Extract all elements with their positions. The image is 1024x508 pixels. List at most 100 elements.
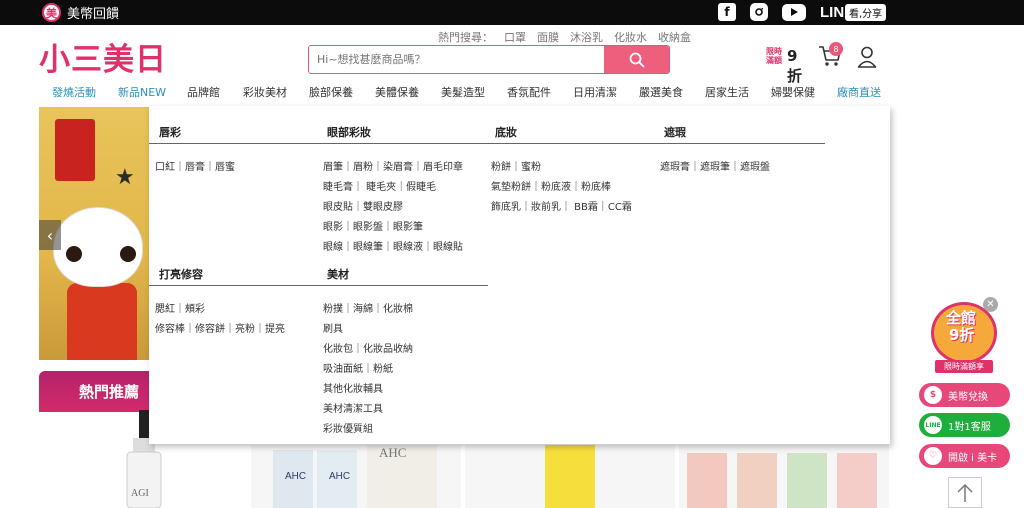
coin-reward-label: 美幣回饋 — [67, 7, 120, 22]
hot-search: 熱門搜尋： 口罩 面膜 沐浴乳 化妝水 收納盒 — [438, 29, 691, 45]
hot-term[interactable]: 收納盒 — [658, 29, 691, 45]
menu-item[interactable]: 眼影｜眼影盤｜眼影筆 — [323, 218, 423, 233]
search-button[interactable] — [604, 46, 669, 73]
menu-item[interactable]: 吸油面紙｜粉紙 — [323, 360, 393, 375]
nav-item-baby[interactable]: 婦嬰保健 — [771, 84, 815, 100]
menu-item[interactable]: 遮瑕膏｜遮瑕筆｜遮瑕盤 — [660, 158, 770, 173]
discount-line1: 全館 — [946, 309, 977, 327]
open-card-button[interactable]: ♡ 開啟 i 美卡 — [919, 444, 1010, 468]
mascot-image — [53, 207, 143, 287]
menu-item[interactable]: 修容棒｜修容餅｜亮粉｜提亮 — [155, 320, 285, 335]
social-links: f LINE — [718, 3, 854, 21]
time-limit-promo[interactable]: 限時 滿額 9折 — [766, 45, 812, 85]
promo-bottom-label: 滿額 — [766, 56, 782, 65]
site-logo[interactable]: 小三美日 — [39, 34, 167, 79]
banner-logo-image — [55, 119, 95, 181]
line-support-button[interactable]: LINE 1對1客服 — [919, 413, 1010, 437]
menu-item[interactable]: 化妝包｜化妝品收納 — [323, 340, 413, 355]
site-wide-discount-badge[interactable]: 全館 9折 限時滿額享 — [931, 302, 997, 373]
banner-prev-arrow-icon[interactable]: ‹ — [39, 220, 61, 250]
coin-exchange-label: 美幣兌換 — [948, 391, 988, 403]
menu-item[interactable]: 飾底乳｜妝前乳｜ BB霜｜CC霜 — [491, 198, 632, 213]
product-image: AHC AHC AHC — [273, 445, 437, 508]
nav-item-fragrance[interactable]: 香氛配件 — [507, 84, 551, 100]
discount-line2: 9折 — [949, 326, 975, 344]
main-nav: 發燒活動 新品NEW 品牌館 彩妝美材 臉部保養 美體保養 美髮造型 香氛配件 … — [0, 84, 1024, 102]
menu-item[interactable]: 彩妝優質組 — [323, 420, 373, 435]
menu-heading-tools[interactable]: 美材 — [327, 266, 349, 282]
coin-badge-icon: 美 — [42, 3, 61, 22]
menu-item[interactable]: 眉筆｜眉粉｜染眉膏｜眉毛印章 — [323, 158, 463, 173]
product-image — [545, 445, 595, 508]
hot-term[interactable]: 口罩 — [504, 29, 526, 45]
product-card-ahc[interactable]: AHC AHC AHC — [251, 445, 461, 508]
line-icon: LINE — [924, 416, 942, 434]
nav-item-body-care[interactable]: 美體保養 — [375, 84, 419, 100]
search-icon — [629, 52, 644, 67]
nav-item-makeup[interactable]: 彩妝美材 — [243, 84, 287, 100]
promo-discount: 9折 — [787, 47, 803, 85]
menu-item[interactable]: 眼線｜眼線筆｜眼線液｜眼線貼 — [323, 238, 463, 253]
cart-count-badge: 8 — [829, 42, 843, 56]
line-support-label: 1對1客服 — [948, 421, 991, 433]
svg-text:AHC: AHC — [329, 471, 350, 482]
menu-heading-lips[interactable]: 唇彩 — [159, 124, 181, 140]
menu-item[interactable]: 睫毛膏｜ 睫毛夾｜假睫毛 — [323, 178, 436, 193]
nav-item-home[interactable]: 居家生活 — [705, 84, 749, 100]
nav-item-cleaning[interactable]: 日用清潔 — [573, 84, 617, 100]
menu-heading-eyes[interactable]: 眼部彩妝 — [327, 124, 371, 140]
menu-item[interactable]: 氣墊粉餅｜粉底液｜粉底棒 — [491, 178, 611, 193]
discount-bar: 限時滿額享 — [935, 360, 993, 373]
nav-item-brands[interactable]: 品牌館 — [187, 84, 220, 100]
menu-item[interactable]: 眼皮貼｜雙眼皮膠 — [323, 198, 403, 213]
svg-text:AHC: AHC — [285, 471, 306, 482]
hot-search-label: 熱門搜尋： — [438, 31, 493, 44]
nav-item-hot-events[interactable]: 發燒活動 — [52, 84, 96, 100]
instagram-icon[interactable] — [750, 3, 768, 21]
menu-item[interactable]: 口紅｜唇膏｜唇蜜 — [155, 158, 235, 173]
product-card-tube[interactable] — [465, 445, 675, 508]
hot-term[interactable]: 沐浴乳 — [570, 29, 603, 45]
arrow-up-icon — [957, 483, 973, 502]
nav-item-hair[interactable]: 美髮造型 — [441, 84, 485, 100]
menu-item[interactable]: 美材清潔工具 — [323, 400, 383, 415]
menu-heading-highlight[interactable]: 打亮修容 — [159, 266, 203, 282]
search-bar — [308, 45, 670, 74]
close-icon[interactable]: ✕ — [983, 297, 998, 312]
nav-item-food[interactable]: 嚴選美食 — [639, 84, 683, 100]
star-decoration-icon: ★ — [115, 165, 135, 190]
svg-text:AGI: AGI — [131, 488, 149, 499]
top-bar: 美 美幣回饋 f LINE 看,分享 — [0, 0, 1024, 25]
hot-pick-title: 熱門推薦 — [79, 383, 140, 401]
coin-reward-link[interactable]: 美 美幣回饋 — [42, 3, 119, 22]
menu-item[interactable]: 粉餅｜蜜粉 — [491, 158, 541, 173]
coin-icon: $ — [924, 386, 942, 404]
share-button[interactable]: 看,分享 — [845, 4, 887, 21]
user-icon[interactable] — [857, 46, 877, 68]
svg-text:AHC: AHC — [379, 445, 406, 460]
hot-term[interactable]: 面膜 — [537, 29, 559, 45]
search-input[interactable] — [309, 46, 604, 73]
back-to-top-button[interactable] — [948, 477, 982, 508]
product-card-bottles[interactable] — [679, 445, 889, 508]
nav-item-face-care[interactable]: 臉部保養 — [309, 84, 353, 100]
youtube-icon[interactable] — [782, 3, 806, 21]
open-card-label: 開啟 i 美卡 — [948, 452, 998, 464]
promo-top-label: 限時 — [766, 47, 782, 56]
menu-heading-conceal[interactable]: 遮瑕 — [664, 124, 686, 140]
hot-term[interactable]: 化妝水 — [614, 29, 647, 45]
facebook-icon[interactable]: f — [718, 3, 736, 21]
mascot-body-image — [67, 283, 137, 360]
menu-item[interactable]: 腮紅｜頰彩 — [155, 300, 205, 315]
makeup-mega-menu: 唇彩 口紅｜唇膏｜唇蜜 眼部彩妝 眉筆｜眉粉｜染眉膏｜眉毛印章 睫毛膏｜ 睫毛夾… — [149, 106, 890, 444]
menu-item[interactable]: 其他化妝輔具 — [323, 380, 383, 395]
nav-item-new[interactable]: 新品NEW — [118, 84, 166, 100]
product-image — [687, 453, 877, 508]
menu-heading-base[interactable]: 底妝 — [495, 124, 517, 140]
hero-banner[interactable]: ★ ‹ — [39, 107, 149, 360]
menu-item[interactable]: 粉撲｜海綿｜化妝棉 — [323, 300, 413, 315]
nav-item-vendor[interactable]: 廠商直送 — [837, 84, 881, 100]
coin-exchange-button[interactable]: $ 美幣兌換 — [919, 383, 1010, 407]
heart-icon: ♡ — [924, 447, 942, 465]
menu-item[interactable]: 刷具 — [323, 320, 343, 335]
